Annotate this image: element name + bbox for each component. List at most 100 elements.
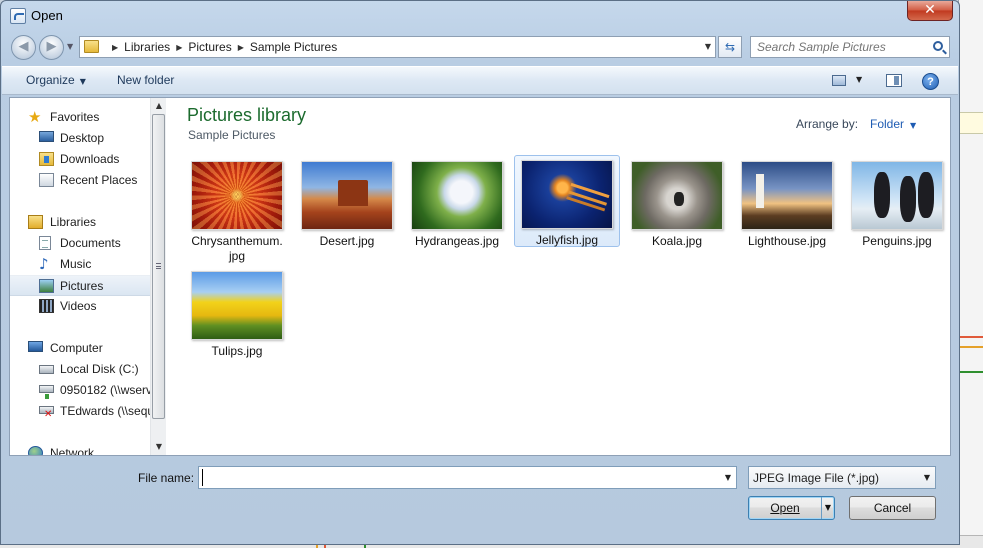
file-tile-hydrangeas[interactable]: Hydrangeas.jpg (404, 157, 510, 249)
breadcrumb-libraries[interactable]: Libraries (124, 40, 170, 54)
breadcrumb-pictures[interactable]: Pictures (188, 40, 231, 54)
nav-item-label: Libraries (50, 215, 97, 229)
open-button[interactable]: Open (749, 497, 821, 519)
dialog-title: Open (31, 8, 63, 23)
breadcrumb-chevron-icon[interactable]: ▶ (238, 43, 244, 52)
arrange-by-label: Arrange by: (796, 117, 859, 131)
nav-item-videos[interactable]: Videos (10, 296, 150, 317)
view-options-dropdown-icon[interactable]: ▼ (856, 75, 862, 84)
refresh-button[interactable]: ⇆ (718, 36, 742, 58)
back-button[interactable]: ◀ (11, 35, 36, 60)
thumbnail-image (191, 161, 283, 230)
back-arrow-icon: ◀ (18, 39, 29, 54)
folder-icon (84, 40, 99, 53)
address-dropdown-icon[interactable]: ▼ (705, 42, 711, 51)
nav-item-label: Pictures (60, 279, 104, 293)
close-button[interactable]: ✕ (907, 1, 953, 21)
thumbnail-grid: Chrysanthemum. jpg Desert.jpg Hydrangeas.… (184, 155, 950, 437)
nav-item-disconnected-drive[interactable]: TEdwards (\\sequ (10, 401, 150, 422)
search-box[interactable] (750, 36, 950, 58)
title-bar[interactable]: Open ✕ (1, 1, 959, 31)
nav-item-label: Desktop (60, 131, 105, 145)
nav-item-favorites[interactable]: ★ Favorites (10, 107, 150, 128)
nav-item-network[interactable]: Network (10, 443, 150, 455)
forward-arrow-icon: ▶ (46, 39, 57, 54)
nav-item-pictures[interactable]: Pictures (10, 275, 150, 296)
nav-scrollbar[interactable]: ▲ ▼ (150, 98, 166, 455)
breadcrumb-chevron-icon[interactable]: ▶ (176, 43, 182, 52)
scroll-up-arrow-icon[interactable]: ▲ (151, 98, 167, 114)
search-input[interactable] (757, 38, 927, 56)
refresh-icon: ⇆ (724, 40, 736, 54)
nav-item-documents[interactable]: Documents (10, 233, 150, 254)
file-name-label: Penguins.jpg (862, 234, 932, 248)
recent-pages-dropdown[interactable]: ▼ (67, 42, 73, 51)
navigation-tree: ★ Favorites Desktop Downloads Recent Plac… (10, 98, 150, 455)
change-view-icon[interactable] (832, 75, 846, 86)
file-name-dropdown-icon[interactable]: ▼ (725, 473, 731, 482)
organize-menu-button[interactable]: Organize ▼ (26, 73, 86, 87)
nav-item-recent-places[interactable]: Recent Places (10, 170, 150, 191)
nav-item-label: Videos (60, 299, 97, 313)
nav-item-network-drive[interactable]: 0950182 (\\wserv (10, 380, 150, 401)
file-name-label: Koala.jpg (651, 234, 703, 248)
cancel-button[interactable]: Cancel (849, 496, 936, 520)
open-split-button[interactable]: Open ▼ (748, 496, 835, 520)
file-tile-tulips[interactable]: Tulips.jpg (184, 267, 290, 359)
file-tile-chrysanthemum[interactable]: Chrysanthemum. jpg (184, 157, 290, 264)
nav-item-label: Network (50, 446, 95, 455)
breadcrumb-sample-pictures[interactable]: Sample Pictures (250, 40, 337, 54)
chevron-down-icon: ▼ (910, 121, 917, 130)
new-folder-button[interactable]: New folder (117, 73, 174, 87)
forward-button[interactable]: ▶ (39, 35, 64, 60)
nav-item-local-disk[interactable]: Local Disk (C:) (10, 359, 150, 380)
search-icon[interactable] (933, 41, 943, 51)
address-bar[interactable]: ▶ Libraries ▶ Pictures ▶ Sample Pictures… (79, 36, 716, 58)
network-drive-icon (39, 385, 54, 399)
file-tile-jellyfish[interactable]: Jellyfish.jpg (514, 155, 620, 247)
breadcrumb: ▶ Libraries ▶ Pictures ▶ Sample Pictures (106, 40, 337, 54)
downloads-folder-icon (39, 152, 54, 166)
file-type-select[interactable]: JPEG Image File (*.jpg) ▼ (748, 466, 936, 489)
background-green-line (958, 371, 983, 373)
disk-icon (39, 365, 54, 374)
nav-item-label: 0950182 (\\wserv (60, 383, 150, 397)
scroll-down-arrow-icon[interactable]: ▼ (151, 439, 167, 455)
thumbnail-image (521, 160, 613, 229)
file-name-label: Jellyfish.jpg (535, 233, 599, 247)
chevron-down-icon: ▼ (923, 473, 930, 482)
nav-item-computer[interactable]: Computer (10, 338, 150, 359)
background-panel (958, 0, 983, 548)
nav-item-label: TEdwards (\\sequ (60, 404, 150, 418)
browser-body: ★ Favorites Desktop Downloads Recent Plac… (9, 97, 951, 456)
file-tile-desert[interactable]: Desert.jpg (294, 157, 400, 249)
scrollbar-thumb[interactable] (152, 114, 165, 419)
help-icon[interactable]: ? (922, 73, 939, 90)
preview-pane-icon[interactable] (886, 74, 902, 87)
file-name-combobox[interactable]: ▼ (198, 466, 737, 489)
thumbnail-image (741, 161, 833, 230)
arrange-by-dropdown[interactable]: Folder ▼ (870, 117, 916, 131)
thumbnail-image (411, 161, 503, 230)
file-name-label: File name: (138, 471, 195, 485)
nav-item-music[interactable]: ♪ Music (10, 254, 150, 275)
file-tile-lighthouse[interactable]: Lighthouse.jpg (734, 157, 840, 249)
breadcrumb-chevron-icon[interactable]: ▶ (112, 43, 118, 52)
nav-item-label: Recent Places (60, 173, 138, 187)
nav-item-label: Downloads (60, 152, 120, 166)
command-toolbar: Organize ▼ New folder ▼ ? (2, 66, 958, 95)
nav-item-desktop[interactable]: Desktop (10, 128, 150, 149)
nav-item-downloads[interactable]: Downloads (10, 149, 150, 170)
file-tile-koala[interactable]: Koala.jpg (624, 157, 730, 249)
file-tile-penguins[interactable]: Penguins.jpg (844, 157, 950, 249)
nav-item-label: Favorites (50, 110, 100, 124)
disconnected-drive-icon (39, 406, 54, 420)
file-name-label: Chrysanthemum. jpg (191, 234, 283, 263)
file-name-input[interactable] (202, 469, 712, 486)
thumbnail-image (191, 271, 283, 340)
open-options-dropdown-icon[interactable]: ▼ (821, 497, 834, 519)
nav-item-label: Music (60, 257, 92, 271)
file-name-label: Hydrangeas.jpg (414, 234, 500, 248)
nav-item-libraries[interactable]: Libraries (10, 212, 150, 233)
thumbnail-image (301, 161, 393, 230)
